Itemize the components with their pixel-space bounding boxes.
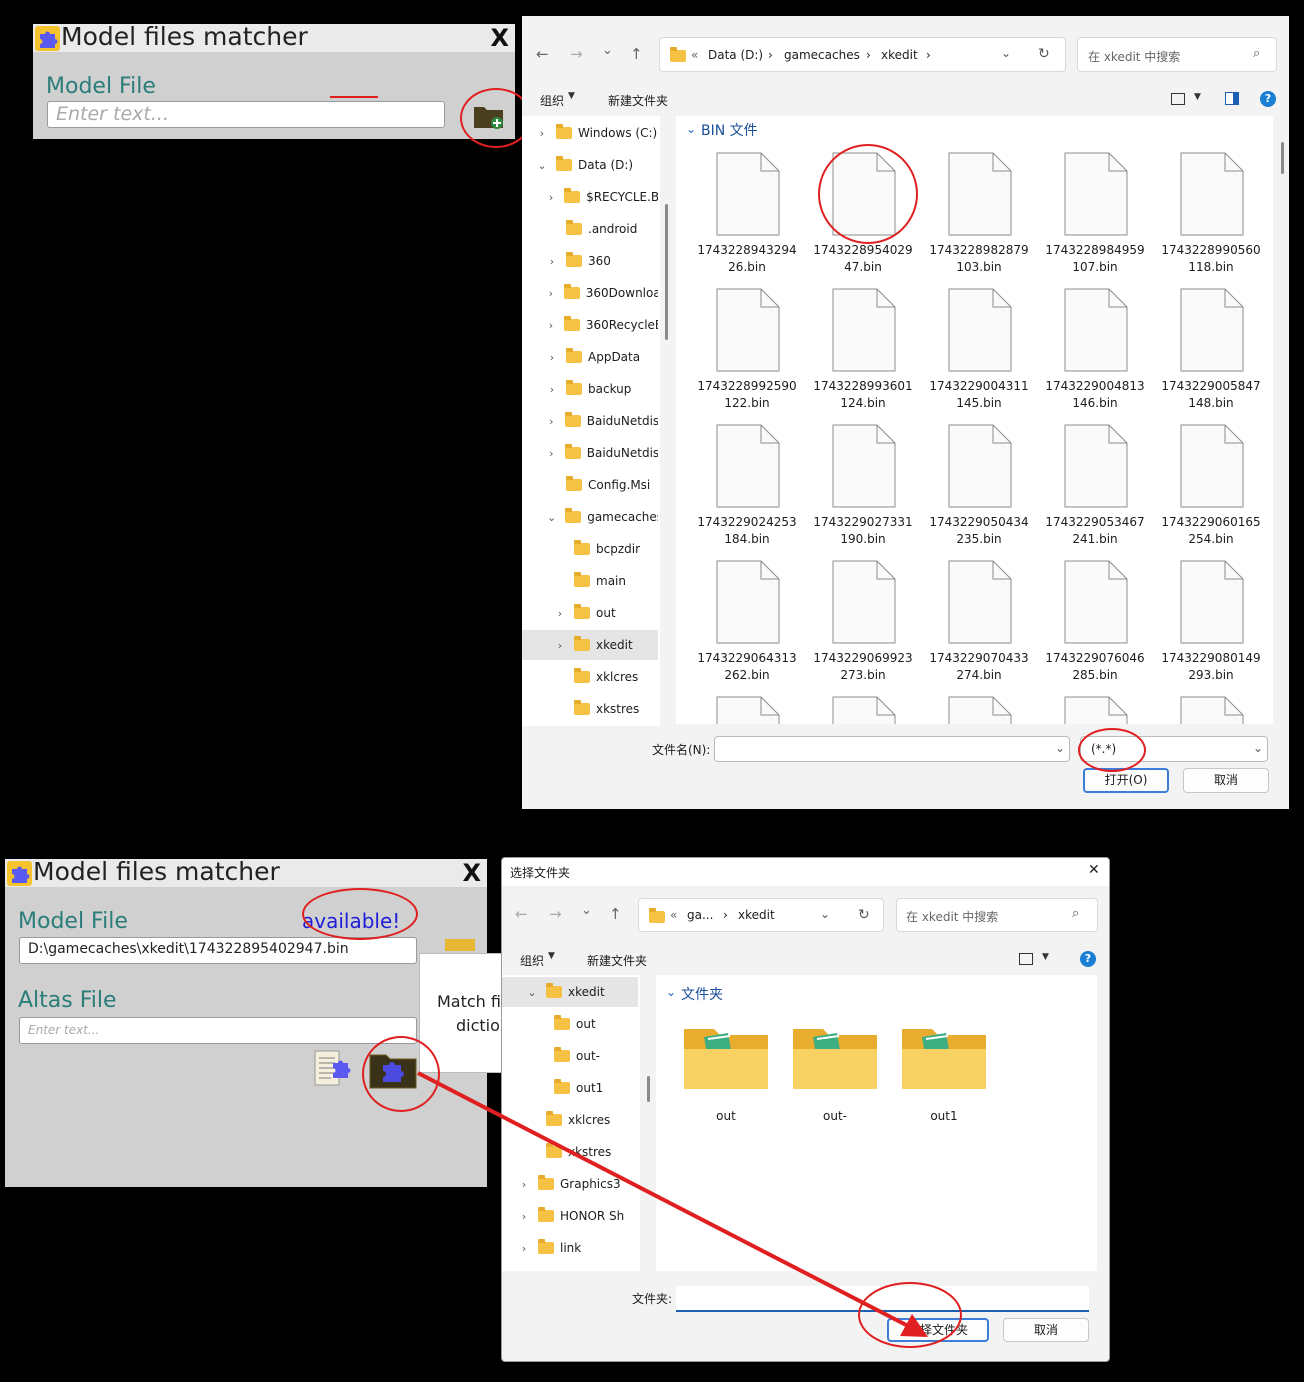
red-arrow-annotation xyxy=(417,1071,928,1337)
